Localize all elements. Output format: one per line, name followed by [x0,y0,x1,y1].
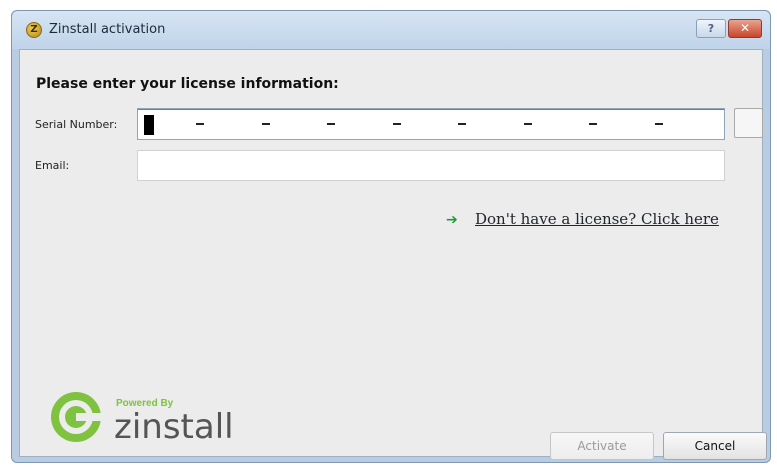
serial-separator [524,123,532,125]
serial-separator [655,123,663,125]
cancel-button[interactable]: Cancel [663,432,767,460]
serial-separator [393,123,401,125]
serial-extra-button[interactable] [734,108,763,138]
get-license-link-text[interactable]: Don't have a license? Click here [475,210,719,228]
activation-dialog: Z Zinstall activation ? ✕ Please enter y… [11,10,771,463]
zinstall-logo: Powered By zinstall [51,392,234,447]
text-caret [144,115,154,135]
form-heading: Please enter your license information: [36,76,339,92]
logo-cut [76,413,102,421]
close-button[interactable]: ✕ [728,19,762,38]
serial-separator [327,123,335,125]
serial-number-label: Serial Number: [35,118,118,131]
serial-separator [196,123,204,125]
serial-separator [589,123,597,125]
serial-separator [262,123,270,125]
title-bar[interactable]: Z Zinstall activation ? ✕ [12,11,770,49]
email-input[interactable] [137,150,725,181]
activate-button[interactable]: Activate [550,432,654,460]
zinstall-app-icon: Z [26,22,42,38]
help-button[interactable]: ? [696,19,726,38]
green-arrow-right-icon: ➔ [446,212,458,228]
serial-number-input[interactable] [137,108,725,140]
window-title: Zinstall activation [49,22,166,37]
brand-name-text: zinstall [114,407,234,447]
email-label: Email: [35,159,70,172]
dialog-body: Please enter your license information: S… [19,49,767,460]
serial-separator [458,123,466,125]
